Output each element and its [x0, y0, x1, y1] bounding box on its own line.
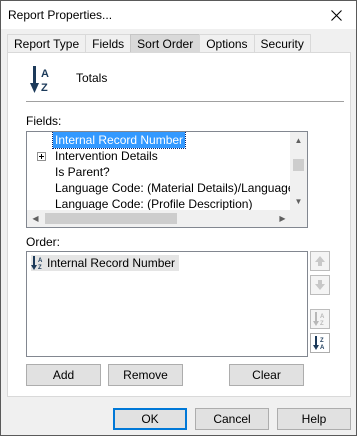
ok-button[interactable]: OK [113, 408, 187, 430]
scroll-right-arrow-icon[interactable]: ▶ [274, 210, 291, 227]
sort-ascending-az-icon: A Z [30, 66, 49, 94]
field-item-label: Language Code: (Profile Description) [55, 197, 253, 210]
clear-button[interactable]: Clear [229, 364, 304, 386]
help-button[interactable]: Help [277, 408, 351, 430]
fields-listbox[interactable]: Internal Record Number Intervention Deta… [26, 131, 308, 228]
svg-text:Z: Z [320, 321, 324, 326]
sort-ascending-button[interactable]: A Z [310, 309, 330, 329]
cancel-button[interactable]: Cancel [195, 408, 269, 430]
fields-list: Internal Record Number Intervention Deta… [27, 132, 291, 210]
field-item[interactable]: Language Code: (Material Details)/Langua… [27, 180, 291, 196]
order-item[interactable]: A Z Internal Record Number [31, 255, 180, 271]
svg-text:Z: Z [41, 82, 48, 94]
expand-plus-icon[interactable] [37, 152, 46, 161]
arrow-down-icon [315, 280, 325, 290]
scroll-left-arrow-icon[interactable]: ◀ [27, 210, 44, 227]
tab-security[interactable]: Security [253, 34, 311, 53]
tab-fields[interactable]: Fields [85, 34, 132, 53]
scroll-up-arrow-icon[interactable]: ▲ [290, 132, 307, 149]
svg-text:A: A [320, 314, 325, 320]
window-title: Report Properties... [8, 8, 113, 22]
arrow-up-icon [315, 256, 325, 266]
field-item[interactable]: Language Code: (Profile Description) [27, 196, 291, 210]
field-item-label: Internal Record Number [51, 132, 187, 149]
tab-report-type[interactable]: Report Type [7, 34, 87, 53]
svg-text:A: A [320, 345, 325, 350]
remove-button[interactable]: Remove [108, 364, 183, 386]
report-properties-dialog: Report Properties... Report Type Fields … [0, 0, 357, 436]
sort-order-panel: A Z Totals Fields: Internal Record Numbe… [7, 52, 351, 397]
scroll-down-arrow-icon[interactable]: ▼ [290, 193, 307, 210]
scrollbar-corner [290, 210, 307, 227]
field-item[interactable]: Internal Record Number [27, 132, 291, 149]
tab-sort-order[interactable]: Sort Order [130, 34, 201, 53]
sort-descending-button[interactable]: Z A [310, 333, 330, 353]
move-up-button[interactable] [310, 251, 330, 271]
vertical-scroll-thumb[interactable] [293, 159, 304, 171]
tab-options[interactable]: Options [199, 34, 255, 53]
order-listbox[interactable]: A Z Internal Record Number [26, 251, 308, 357]
title-bar[interactable]: Report Properties... [1, 1, 356, 29]
field-item[interactable]: Intervention Details [27, 148, 291, 164]
sort-ascending-az-icon: A Z [313, 312, 325, 326]
sort-header-label: Totals [76, 71, 108, 85]
sort-ascending-az-icon: A Z [31, 256, 43, 270]
fields-label: Fields: [26, 114, 62, 128]
field-item-label: Intervention Details [55, 149, 158, 163]
svg-text:Z: Z [38, 265, 42, 270]
svg-text:A: A [38, 258, 43, 264]
horizontal-scroll-thumb[interactable] [45, 213, 177, 224]
fields-vertical-scrollbar[interactable]: ▲ ▼ [290, 132, 307, 210]
header-divider [26, 101, 344, 102]
svg-text:A: A [41, 68, 49, 80]
order-label: Order: [26, 235, 61, 249]
close-icon [330, 9, 342, 21]
sort-descending-za-icon: Z A [313, 336, 325, 350]
fields-horizontal-scrollbar[interactable]: ◀ ▶ [27, 210, 291, 227]
add-button[interactable]: Add [26, 364, 101, 386]
tab-strip: Report Type Fields Sort Order Options Se… [7, 34, 311, 53]
move-down-button[interactable] [310, 275, 330, 295]
svg-text:Z: Z [320, 338, 324, 344]
close-button[interactable] [316, 1, 356, 29]
field-item-label: Is Parent? [55, 165, 110, 179]
field-item-label: Language Code: (Material Details)/Langua… [55, 181, 291, 195]
field-item[interactable]: Is Parent? [27, 164, 291, 180]
order-item-label: Internal Record Number [47, 256, 176, 270]
